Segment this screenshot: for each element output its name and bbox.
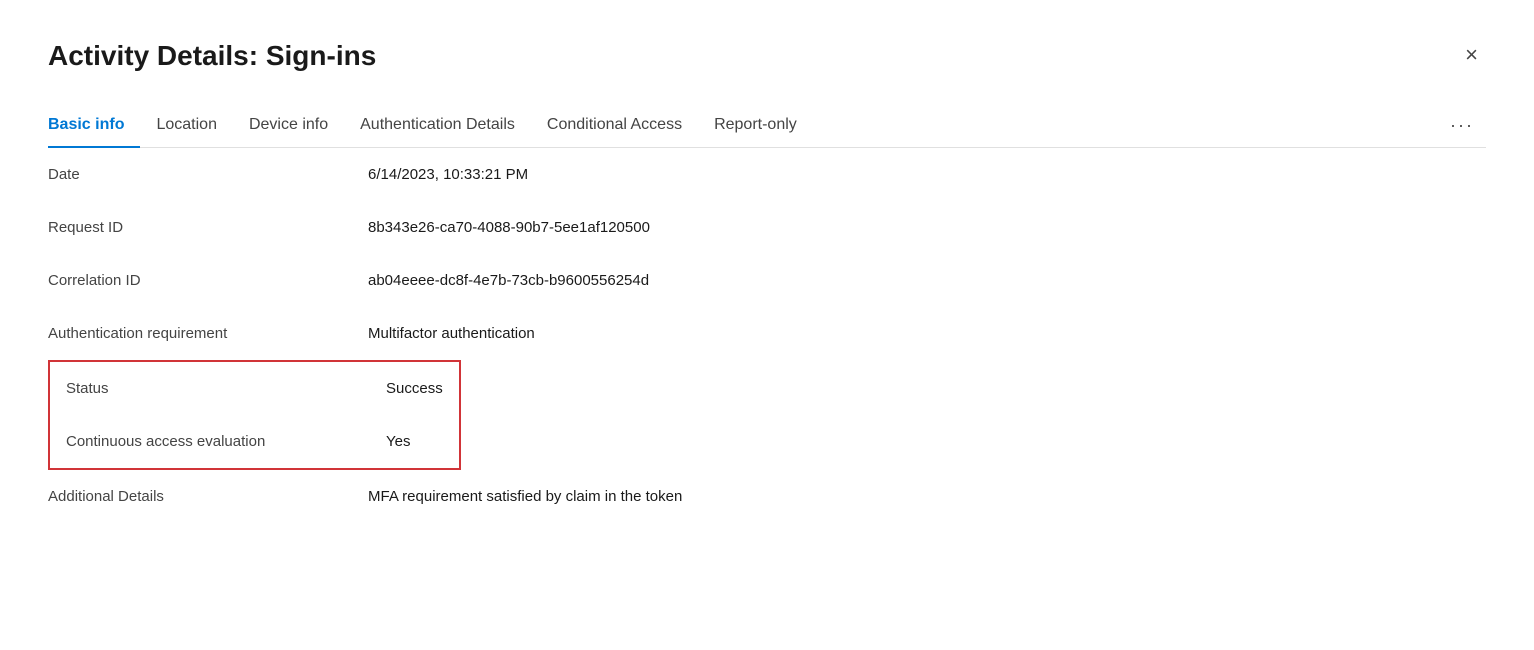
field-value-additional-details: MFA requirement satisfied by claim in th…: [368, 488, 682, 505]
tab-authentication-details[interactable]: Authentication Details: [344, 104, 531, 148]
field-row-request-id: Request ID 8b343e26-ca70-4088-90b7-5ee1a…: [48, 201, 1486, 254]
field-label-status: Status: [66, 380, 386, 397]
tab-device-info[interactable]: Device info: [233, 104, 344, 148]
tab-bar: Basic info Location Device info Authenti…: [48, 104, 1486, 148]
field-value-status: Success: [386, 380, 443, 397]
field-value-auth-requirement: Multifactor authentication: [368, 325, 535, 342]
dialog-title: Activity Details: Sign-ins: [48, 40, 376, 72]
tab-conditional-access[interactable]: Conditional Access: [531, 104, 698, 148]
field-value-request-id: 8b343e26-ca70-4088-90b7-5ee1af120500: [368, 219, 650, 236]
field-value-correlation-id: ab04eeee-dc8f-4e7b-73cb-b9600556254d: [368, 272, 649, 289]
field-label-date: Date: [48, 166, 368, 183]
field-row-date: Date 6/14/2023, 10:33:21 PM: [48, 148, 1486, 201]
field-row-cae: Continuous access evaluation Yes: [50, 415, 459, 468]
field-row-correlation-id: Correlation ID ab04eeee-dc8f-4e7b-73cb-b…: [48, 254, 1486, 307]
field-label-auth-requirement: Authentication requirement: [48, 325, 368, 342]
tab-content: Date 6/14/2023, 10:33:21 PM Request ID 8…: [48, 148, 1486, 523]
tab-location[interactable]: Location: [140, 104, 233, 148]
field-row-status: Status Success: [50, 362, 459, 415]
field-label-cae: Continuous access evaluation: [66, 433, 386, 450]
more-tabs-button[interactable]: ···: [1438, 107, 1486, 144]
field-row-auth-requirement: Authentication requirement Multifactor a…: [48, 307, 1486, 360]
tab-basic-info[interactable]: Basic info: [48, 104, 140, 148]
field-label-additional-details: Additional Details: [48, 488, 368, 505]
dialog-header: Activity Details: Sign-ins ×: [48, 40, 1486, 72]
field-row-additional-details: Additional Details MFA requirement satis…: [48, 470, 1486, 523]
field-value-cae: Yes: [386, 433, 410, 450]
tab-report-only[interactable]: Report-only: [698, 104, 813, 148]
field-value-date: 6/14/2023, 10:33:21 PM: [368, 166, 528, 183]
field-label-request-id: Request ID: [48, 219, 368, 236]
highlight-box: Status Success Continuous access evaluat…: [48, 360, 461, 470]
activity-details-dialog: Activity Details: Sign-ins × Basic info …: [0, 0, 1534, 650]
close-button[interactable]: ×: [1457, 40, 1486, 70]
field-label-correlation-id: Correlation ID: [48, 272, 368, 289]
